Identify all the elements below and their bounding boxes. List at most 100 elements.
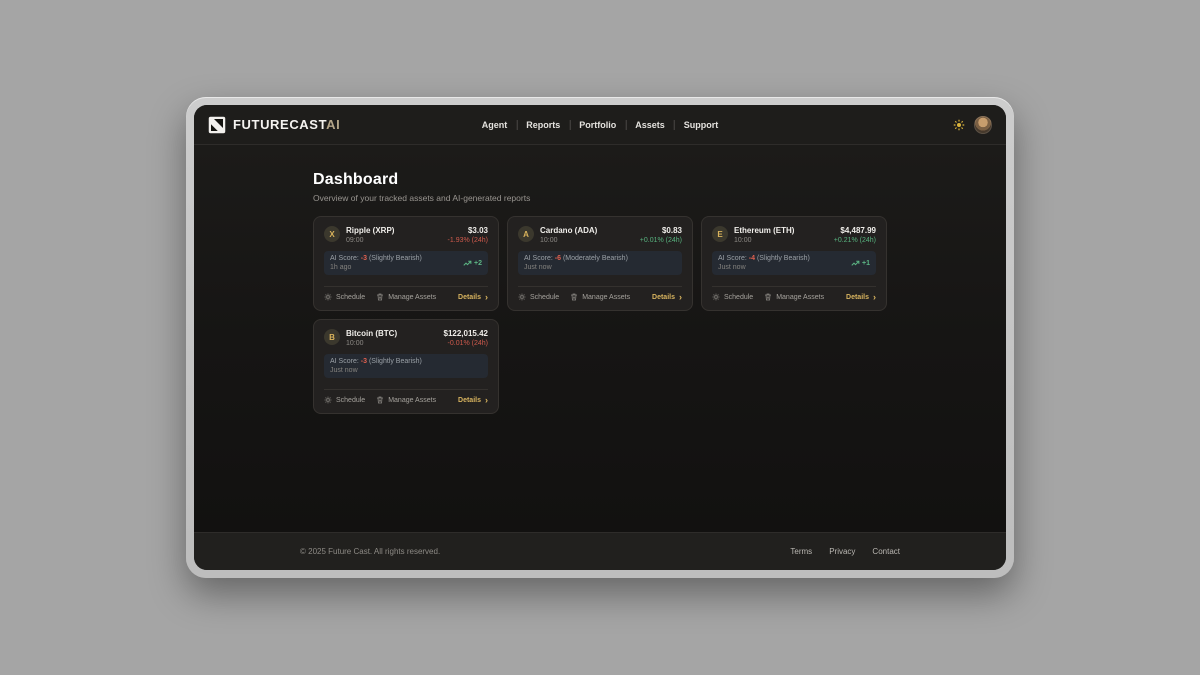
trend-badge: +2 <box>463 259 482 268</box>
avatar[interactable] <box>974 116 992 134</box>
ai-score-value: -6 <box>555 255 561 262</box>
manage-assets-label: Manage Assets <box>388 294 436 301</box>
nav-item-portfolio[interactable]: Portfolio <box>570 120 625 130</box>
asset-name: Ethereum (ETH) <box>734 226 794 235</box>
asset-time: 10:00 <box>540 237 597 244</box>
ai-sentiment: (Slightly Bearish) <box>757 255 810 262</box>
ai-score-value: -4 <box>749 255 755 262</box>
ai-updated: Just now <box>330 367 422 374</box>
app-footer: © 2025 Future Cast. All rights reserved.… <box>194 532 1006 570</box>
nav-item-assets[interactable]: Assets <box>626 120 674 130</box>
schedule-label: Schedule <box>724 294 753 301</box>
asset-icon: A <box>518 226 534 242</box>
copyright: © 2025 Future Cast. All rights reserved. <box>300 547 440 556</box>
details-button[interactable]: Details › <box>652 294 682 301</box>
theme-toggle-button[interactable] <box>953 119 965 131</box>
ai-score-box: AI Score: -6 (Moderately Bearish) Just n… <box>518 251 682 275</box>
app-header: FUTURECASTAI Agent Reports Portfolio Ass… <box>194 105 1006 145</box>
trash-icon <box>764 293 772 301</box>
card-header: X Ripple (XRP) 09:00 $3.03 -1.93% (24h) <box>324 226 488 244</box>
manage-assets-label: Manage Assets <box>388 397 436 404</box>
brand-logo-icon <box>208 116 226 134</box>
footer-link-terms[interactable]: Terms <box>790 547 812 556</box>
card-actions: Schedule Manage Assets Details › <box>324 389 488 404</box>
page-subtitle: Overview of your tracked assets and AI-g… <box>313 193 887 203</box>
ai-score-box: AI Score: -3 (Slightly Bearish) 1h ago +… <box>324 251 488 275</box>
gear-icon <box>324 396 332 404</box>
asset-icon: X <box>324 226 340 242</box>
chevron-right-icon: › <box>679 294 682 301</box>
ai-sentiment: (Slightly Bearish) <box>369 358 422 365</box>
schedule-button[interactable]: Schedule <box>518 293 559 301</box>
manage-assets-label: Manage Assets <box>776 294 824 301</box>
brand-suffix: AI <box>326 117 340 132</box>
trend-value: +1 <box>862 260 870 267</box>
nav-item-reports[interactable]: Reports <box>517 120 569 130</box>
asset-time: 10:00 <box>346 340 397 347</box>
details-label: Details <box>652 294 675 301</box>
ai-sentiment: (Slightly Bearish) <box>369 255 422 262</box>
trash-icon <box>570 293 578 301</box>
details-button[interactable]: Details › <box>458 397 488 404</box>
asset-change: +0.01% (24h) <box>640 237 682 244</box>
nav-item-agent[interactable]: Agent <box>473 120 517 130</box>
ai-score-box: AI Score: -3 (Slightly Bearish) Just now <box>324 354 488 378</box>
chevron-right-icon: › <box>485 397 488 404</box>
ai-score-label: AI Score: <box>718 255 747 262</box>
brand-title: FUTURECASTAI <box>233 117 340 132</box>
card-actions: Schedule Manage Assets Details › <box>518 286 682 301</box>
brand-name: FUTURECAST <box>233 117 326 132</box>
asset-name: Ripple (XRP) <box>346 226 394 235</box>
page-title: Dashboard <box>313 171 887 189</box>
footer-link-contact[interactable]: Contact <box>872 547 900 556</box>
manage-assets-button[interactable]: Manage Assets <box>376 396 436 404</box>
ai-score-value: -3 <box>361 255 367 262</box>
main-nav: Agent Reports Portfolio Assets Support <box>473 120 728 130</box>
ai-score-label: AI Score: <box>524 255 553 262</box>
details-button[interactable]: Details › <box>846 294 876 301</box>
nav-item-support[interactable]: Support <box>675 120 728 130</box>
asset-price: $0.83 <box>640 226 682 235</box>
header-actions <box>953 116 992 134</box>
asset-card-ripple: X Ripple (XRP) 09:00 $3.03 -1.93% (24h) <box>313 216 499 311</box>
card-header: A Cardano (ADA) 10:00 $0.83 +0.01% (24h) <box>518 226 682 244</box>
manage-assets-button[interactable]: Manage Assets <box>376 293 436 301</box>
schedule-button[interactable]: Schedule <box>712 293 753 301</box>
asset-card-cardano: A Cardano (ADA) 10:00 $0.83 +0.01% (24h) <box>507 216 693 311</box>
card-actions: Schedule Manage Assets Details › <box>712 286 876 301</box>
ai-score-label: AI Score: <box>330 358 359 365</box>
schedule-label: Schedule <box>336 294 365 301</box>
schedule-label: Schedule <box>530 294 559 301</box>
manage-assets-label: Manage Assets <box>582 294 630 301</box>
app-surface: FUTURECASTAI Agent Reports Portfolio Ass… <box>194 105 1006 570</box>
asset-price: $4,487.99 <box>834 226 876 235</box>
ai-score-value: -3 <box>361 358 367 365</box>
details-label: Details <box>846 294 869 301</box>
brand[interactable]: FUTURECASTAI <box>208 116 340 134</box>
details-label: Details <box>458 294 481 301</box>
ai-updated: Just now <box>718 264 810 271</box>
asset-price: $3.03 <box>448 226 488 235</box>
asset-time: 09:00 <box>346 237 394 244</box>
asset-card-grid: X Ripple (XRP) 09:00 $3.03 -1.93% (24h) <box>313 216 887 414</box>
asset-time: 10:00 <box>734 237 794 244</box>
manage-assets-button[interactable]: Manage Assets <box>764 293 824 301</box>
schedule-button[interactable]: Schedule <box>324 396 365 404</box>
trash-icon <box>376 293 384 301</box>
asset-change: -1.93% (24h) <box>448 237 488 244</box>
ai-sentiment: (Moderately Bearish) <box>563 255 628 262</box>
gear-icon <box>518 293 526 301</box>
ai-score-label: AI Score: <box>330 255 359 262</box>
schedule-button[interactable]: Schedule <box>324 293 365 301</box>
footer-link-privacy[interactable]: Privacy <box>829 547 855 556</box>
trash-icon <box>376 396 384 404</box>
desktop-background: FUTURECASTAI Agent Reports Portfolio Ass… <box>0 0 1200 675</box>
trending-up-icon <box>463 259 472 268</box>
manage-assets-button[interactable]: Manage Assets <box>570 293 630 301</box>
asset-icon: E <box>712 226 728 242</box>
chevron-right-icon: › <box>873 294 876 301</box>
asset-change: +0.21% (24h) <box>834 237 876 244</box>
details-button[interactable]: Details › <box>458 294 488 301</box>
footer-links: Terms Privacy Contact <box>790 547 900 556</box>
card-header: B Bitcoin (BTC) 10:00 $122,015.42 -0.01%… <box>324 329 488 347</box>
